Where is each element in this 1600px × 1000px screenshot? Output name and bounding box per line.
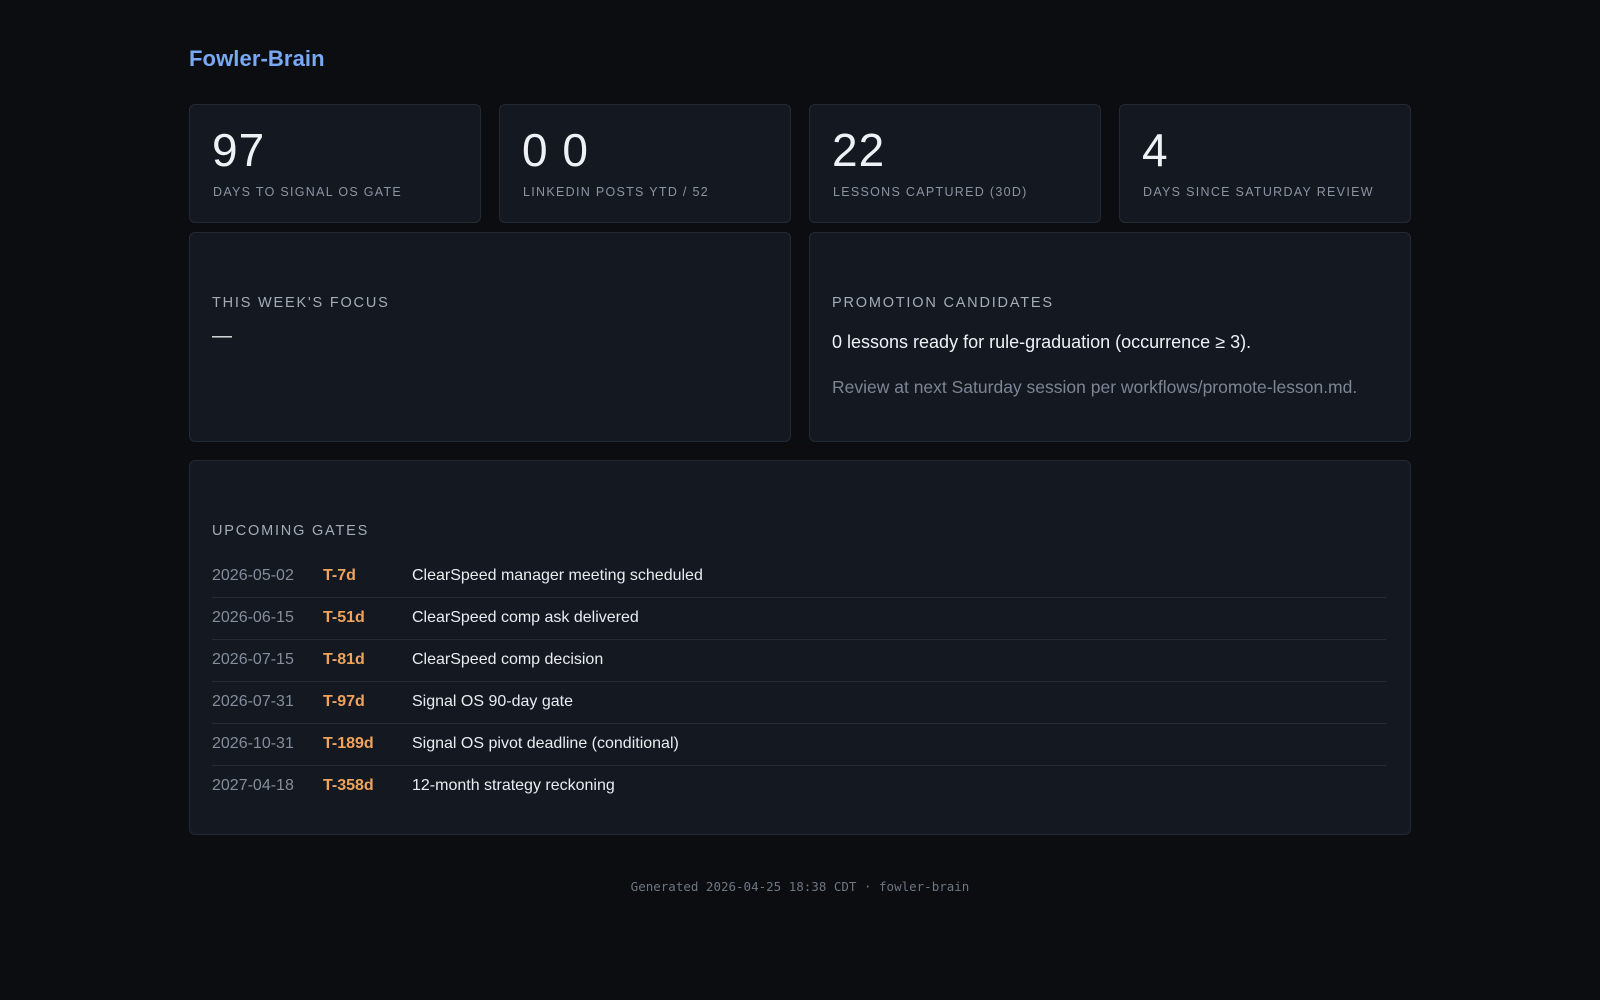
- stat-value: 4: [1142, 124, 1169, 176]
- stat-label: DAYS SINCE SATURDAY REVIEW: [1143, 185, 1374, 199]
- gate-countdown: T-189d: [323, 735, 374, 752]
- brand-title-link[interactable]: Fowler-Brain: [189, 46, 325, 72]
- gate-description: ClearSpeed manager meeting scheduled: [412, 567, 703, 584]
- gate-date: 2026-06-15: [212, 609, 294, 626]
- gate-countdown: T-51d: [323, 609, 365, 626]
- promotion-note: Review at next Saturday session per work…: [832, 377, 1358, 397]
- gate-row: 2026-07-31 T-97d Signal OS 90-day gate: [212, 682, 1386, 724]
- promotion-candidates-card: PROMOTION CANDIDATES 0 lessons ready for…: [809, 232, 1411, 442]
- stat-value: 97: [212, 124, 266, 176]
- upcoming-gates-title: UPCOMING GATES: [212, 523, 370, 539]
- gate-date: 2026-07-15: [212, 651, 294, 668]
- weekly-focus-value: —: [212, 325, 232, 347]
- stat-card-lessons-captured: 22 LESSONS CAPTURED (30D): [809, 104, 1101, 223]
- gate-date: 2026-07-31: [212, 693, 294, 710]
- gate-countdown: T-81d: [323, 651, 365, 668]
- gate-description: 12-month strategy reckoning: [412, 777, 615, 794]
- footer-generated-text: Generated 2026-04-25 18:38 CDT · fowler-…: [630, 879, 970, 894]
- stat-label: DAYS TO SIGNAL OS GATE: [213, 185, 403, 199]
- stat-label: LESSONS CAPTURED (30D): [833, 185, 1028, 199]
- gate-countdown: T-7d: [323, 567, 356, 584]
- gate-countdown: T-358d: [323, 777, 374, 794]
- gate-date: 2026-05-02: [212, 567, 294, 584]
- upcoming-gates-card: UPCOMING GATES 2026-05-02 T-7d ClearSpee…: [189, 460, 1411, 835]
- stat-label: LINKEDIN POSTS YTD / 52: [523, 185, 709, 199]
- stat-value: 22: [832, 124, 886, 176]
- gate-row: 2027-04-18 T-358d 12-month strategy reck…: [212, 766, 1386, 808]
- gate-row: 2026-06-15 T-51d ClearSpeed comp ask del…: [212, 598, 1386, 640]
- gate-date: 2027-04-18: [212, 777, 294, 794]
- weekly-focus-title: THIS WEEK'S FOCUS: [212, 295, 390, 311]
- gates-list: 2026-05-02 T-7d ClearSpeed manager meeti…: [212, 556, 1386, 808]
- stat-card-signal-os-days: 97 DAYS TO SIGNAL OS GATE: [189, 104, 481, 223]
- stat-card-days-since-review: 4 DAYS SINCE SATURDAY REVIEW: [1119, 104, 1411, 223]
- gate-description: ClearSpeed comp ask delivered: [412, 609, 639, 626]
- gate-countdown: T-97d: [323, 693, 365, 710]
- gate-description: Signal OS 90-day gate: [412, 693, 573, 710]
- promotion-summary: 0 lessons ready for rule-graduation (occ…: [832, 332, 1252, 352]
- gate-description: ClearSpeed comp decision: [412, 651, 604, 668]
- stat-card-linkedin-posts: 0 0 LINKEDIN POSTS YTD / 52: [499, 104, 791, 223]
- weekly-focus-card: THIS WEEK'S FOCUS —: [189, 232, 791, 442]
- gate-row: 2026-07-15 T-81d ClearSpeed comp decisio…: [212, 640, 1386, 682]
- promotion-candidates-title: PROMOTION CANDIDATES: [832, 295, 1054, 311]
- gate-date: 2026-10-31: [212, 735, 294, 752]
- gate-description: Signal OS pivot deadline (conditional): [412, 735, 679, 752]
- stat-value: 0 0: [522, 124, 589, 176]
- gate-row: 2026-05-02 T-7d ClearSpeed manager meeti…: [212, 556, 1386, 598]
- gate-row: 2026-10-31 T-189d Signal OS pivot deadli…: [212, 724, 1386, 766]
